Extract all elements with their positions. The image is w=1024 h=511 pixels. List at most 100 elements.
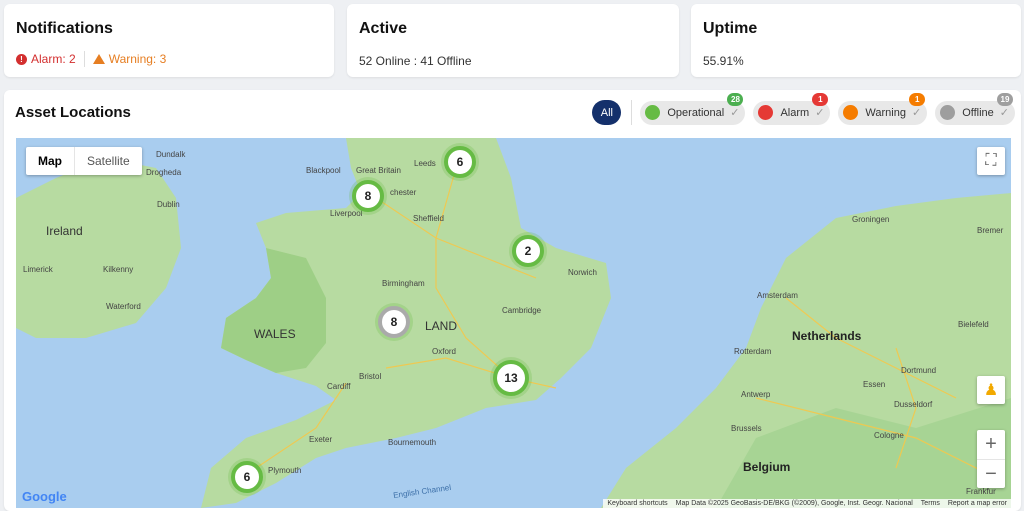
- label-leeds: Leeds: [414, 159, 436, 168]
- label-dortmund: Dortmund: [901, 366, 937, 375]
- label-kilkenny: Kilkenny: [103, 265, 134, 274]
- label-oxford: Oxford: [432, 347, 457, 356]
- check-icon: ✓: [999, 107, 1009, 119]
- warning-count[interactable]: Warning: 3: [92, 52, 167, 66]
- zoom-control: + −: [977, 430, 1005, 488]
- keyboard-shortcuts-link[interactable]: Keyboard shortcuts: [607, 500, 667, 507]
- notifications-title: Notifications: [16, 20, 113, 37]
- label-cologne: Cologne: [874, 431, 904, 440]
- all-filter-button[interactable]: All: [592, 100, 622, 125]
- filter-operational[interactable]: Operational ✓ 28: [640, 92, 746, 125]
- filter-offline[interactable]: Offline ✓ 19: [935, 92, 1015, 125]
- label-dusseldorf: Dusseldorf: [894, 400, 933, 409]
- filter-label: Operational: [667, 106, 725, 119]
- label-cambridge: Cambridge: [502, 306, 542, 315]
- filter-alarm[interactable]: Alarm ✓ 1: [753, 92, 831, 125]
- label-limerick: Limerick: [23, 265, 53, 274]
- label-waterford: Waterford: [106, 302, 141, 311]
- active-title: Active: [359, 20, 408, 37]
- label-birmingham: Birmingham: [382, 279, 425, 288]
- filter-count: 1: [812, 92, 829, 106]
- alarm-count[interactable]: ! Alarm: 2: [16, 52, 76, 66]
- map-attribution: Keyboard shortcuts Map Data ©2025 GeoBas…: [603, 499, 1011, 508]
- filter-label: Alarm: [780, 106, 810, 119]
- label-dundalk: Dundalk: [156, 150, 186, 159]
- label-bielefeld: Bielefeld: [958, 320, 989, 329]
- asset-locations-card: Asset Locations All Operational ✓ 28 Ala…: [4, 90, 1021, 511]
- notifications-card: Notifications ! Alarm: 2 Warning: 3: [4, 4, 334, 77]
- terms-link[interactable]: Terms: [921, 500, 940, 507]
- map-cluster-marker[interactable]: 8: [378, 306, 410, 338]
- label-bremen: Bremer: [977, 226, 1004, 235]
- map-cluster-marker[interactable]: 8: [352, 180, 384, 212]
- filter-label: Warning: [865, 106, 906, 119]
- label-brussels: Brussels: [731, 424, 762, 433]
- label-cardiff: Cardiff: [327, 382, 351, 391]
- filter-label: Offline: [962, 106, 994, 119]
- label-norwich: Norwich: [568, 268, 597, 277]
- check-icon: ✓: [911, 107, 922, 119]
- warning-dot-icon: [843, 105, 859, 120]
- operational-dot-icon: [645, 105, 661, 120]
- street-view-pegman-icon[interactable]: ♟: [977, 376, 1005, 404]
- label-groningen: Groningen: [852, 215, 890, 224]
- map-cluster-marker[interactable]: 6: [444, 146, 476, 178]
- filter-count: 19: [997, 92, 1013, 106]
- label-netherlands: Netherlands: [792, 329, 862, 343]
- label-england: LAND: [425, 319, 458, 333]
- alarm-label: Alarm: 2: [31, 52, 76, 66]
- label-amsterdam: Amsterdam: [757, 291, 798, 300]
- asset-locations-title: Asset Locations: [15, 104, 131, 121]
- label-belgium: Belgium: [743, 460, 791, 474]
- label-manchester: chester: [390, 188, 417, 197]
- active-card: Active 52 Online : 41 Offline: [347, 4, 679, 77]
- map-type-control: Map Satellite: [26, 147, 142, 175]
- fullscreen-icon[interactable]: ⛶: [977, 147, 1005, 175]
- label-exeter: Exeter: [309, 435, 333, 444]
- offline-dot-icon: [940, 105, 956, 120]
- label-antwerp: Antwerp: [741, 390, 771, 399]
- map-type-satellite-button[interactable]: Satellite: [75, 147, 142, 175]
- uptime-value: 55.91%: [703, 54, 744, 68]
- status-filters: All Operational ✓ 28 Alarm ✓ 1 Warning ✓…: [592, 92, 1015, 125]
- label-wales: WALES: [254, 327, 296, 341]
- label-liverpool: Liverpool: [330, 209, 363, 218]
- map-land: [16, 138, 1011, 508]
- map-type-map-button[interactable]: Map: [26, 147, 75, 175]
- label-frankfurt: Frankfur: [966, 487, 996, 496]
- label-bristol: Bristol: [359, 372, 382, 381]
- map-cluster-marker[interactable]: 6: [231, 461, 263, 493]
- label-blackpool: Blackpool: [306, 166, 341, 175]
- label-drogheda: Drogheda: [146, 168, 182, 177]
- warning-icon: [92, 54, 105, 64]
- label-great-britain: Great Britain: [356, 166, 401, 175]
- uptime-title: Uptime: [703, 20, 758, 37]
- active-status: 52 Online : 41 Offline: [359, 54, 472, 68]
- filter-count: 28: [727, 92, 744, 106]
- report-error-link[interactable]: Report a map error: [948, 500, 1007, 507]
- zoom-in-button[interactable]: +: [985, 430, 997, 459]
- map-cluster-marker[interactable]: 13: [493, 360, 529, 396]
- map-cluster-marker[interactable]: 2: [512, 235, 544, 267]
- label-essen: Essen: [863, 380, 886, 389]
- map-data-text: Map Data ©2025 GeoBasis-DE/BKG (©2009), …: [675, 500, 913, 507]
- filter-count: 1: [909, 92, 926, 106]
- label-ireland: Ireland: [46, 224, 83, 238]
- map[interactable]: Ireland Dublin Limerick Kilkenny Waterfo…: [16, 138, 1011, 508]
- filter-warning[interactable]: Warning ✓ 1: [838, 92, 928, 125]
- label-bournemouth: Bournemouth: [388, 438, 437, 447]
- alarm-dot-icon: [758, 105, 774, 120]
- zoom-out-button[interactable]: −: [977, 459, 1005, 488]
- check-icon: ✓: [815, 107, 825, 119]
- google-logo: Google: [22, 489, 67, 504]
- divider: [631, 100, 633, 125]
- check-icon: ✓: [730, 107, 740, 119]
- label-plymouth: Plymouth: [268, 466, 302, 475]
- alarm-icon: !: [16, 53, 27, 65]
- warning-label: Warning: 3: [108, 52, 167, 66]
- label-rotterdam: Rotterdam: [734, 347, 772, 356]
- label-sheffield: Sheffield: [413, 214, 444, 223]
- uptime-card: Uptime 55.91%: [691, 4, 1021, 77]
- label-dublin: Dublin: [157, 200, 180, 209]
- divider: [83, 51, 85, 67]
